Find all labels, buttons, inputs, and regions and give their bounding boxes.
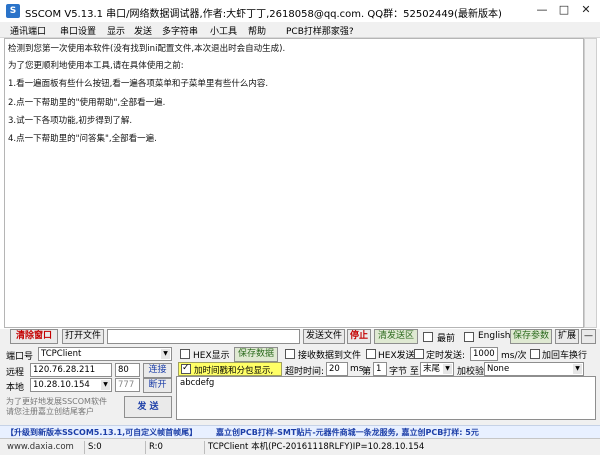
open-file-button[interactable]: 打开文件: [62, 329, 104, 344]
timed-send-label: 定时发送:: [426, 351, 466, 361]
menu-item-port[interactable]: 通讯端口: [10, 24, 46, 37]
clear-window-button[interactable]: 清除窗口: [10, 329, 58, 344]
file-toolbar: 清除窗口 打开文件 发送文件 停止 清发送区 最前 English 保存参数 扩…: [0, 329, 600, 345]
send-input[interactable]: abcdefg: [176, 376, 596, 420]
chevron-down-icon: ▼: [573, 364, 582, 374]
receive-line: 4.点一下帮助里的"问答集",全部看一遍.: [8, 134, 157, 144]
connect-button[interactable]: 连接: [143, 363, 172, 378]
timed-send-checkbox[interactable]: [414, 349, 424, 359]
recv-to-file-checkbox[interactable]: [285, 349, 295, 359]
close-icon[interactable]: ✕: [576, 4, 596, 18]
port-label: 端口号: [6, 352, 34, 362]
receive-line: 2.点一下帮助里的"使用帮助",全部看一遍.: [8, 98, 166, 108]
disconnect-button[interactable]: 断开: [143, 378, 172, 393]
english-checkbox[interactable]: [464, 332, 474, 342]
menu-bar: 通讯端口 串口设置 显示 发送 多字符串 小工具 帮助 PCB打样那家强?: [0, 22, 600, 38]
collapse-button[interactable]: —: [581, 329, 596, 344]
hex-display-checkbox[interactable]: [180, 349, 190, 359]
remote-port-field[interactable]: 80: [115, 363, 140, 377]
minimize-icon[interactable]: —: [532, 4, 552, 18]
local-ip-value: 10.28.10.154: [33, 380, 90, 390]
expand-button[interactable]: 扩展: [555, 329, 579, 344]
receive-area[interactable]: 检测到您第一次使用本软件(没有找到ini配置文件,本次退出时会自动生成). 为了…: [4, 38, 584, 328]
english-label: English: [478, 331, 511, 341]
byte-end-value: 末尾: [423, 364, 441, 374]
timestamp-label: 加时间戳和分包显示,: [194, 366, 274, 376]
local-label: 本地: [6, 383, 25, 393]
status-bar: www.daxia.com S:0 R:0 TCPClient 本机(PC-20…: [0, 438, 600, 455]
interval-unit: ms/次: [501, 351, 527, 361]
file-path-input[interactable]: [107, 329, 300, 344]
receive-line: 1.看一遍面板有些什么按钮,看一遍各项菜单和子菜单里有些什么内容.: [8, 79, 269, 89]
receive-scrollbar[interactable]: [584, 38, 597, 328]
menu-item-serial-settings[interactable]: 串口设置: [60, 24, 96, 37]
send-button[interactable]: 发 送: [124, 396, 172, 418]
port-select[interactable]: TCPClient ▼: [38, 347, 172, 361]
menu-item-tools[interactable]: 小工具: [210, 24, 237, 37]
topmost-label: 最前: [437, 334, 456, 344]
menu-item-send[interactable]: 发送: [134, 24, 152, 37]
recv-to-file-label: 接收数据到文件: [298, 351, 362, 361]
title-bar: S SSCOM V5.13.1 串口/网络数据调试器,作者:大虾丁丁,26180…: [0, 0, 600, 22]
stop-button[interactable]: 停止: [347, 329, 371, 344]
upgrade-link[interactable]: 【升级到新版本SSCOM5.13.1,可自定义帧首帧尾】: [6, 427, 197, 438]
hex-send-checkbox[interactable]: [366, 349, 376, 359]
checksum-value: None: [487, 364, 510, 374]
timestamp-checkbox[interactable]: [181, 363, 191, 374]
pcb-promo-link[interactable]: 嘉立创PCB打样-SMT贴片-元器件商城一条龙服务, 嘉立创PCB打样: 5元: [216, 427, 479, 438]
interval-field[interactable]: 1000: [470, 347, 498, 361]
chevron-down-icon: ▼: [443, 364, 452, 374]
send-file-button[interactable]: 发送文件: [303, 329, 345, 344]
chevron-down-icon: ▼: [161, 349, 170, 359]
byte-end-select[interactable]: 末尾 ▼: [420, 362, 454, 376]
hex-display-label: HEX显示: [193, 351, 230, 361]
menu-item-multi-string[interactable]: 多字符串: [162, 24, 198, 37]
menu-item-help[interactable]: 帮助: [248, 24, 266, 37]
chevron-down-icon: ▼: [101, 380, 110, 390]
local-port-field[interactable]: 777: [115, 378, 140, 392]
topmost-checkbox[interactable]: [423, 332, 433, 342]
app-icon: S: [6, 4, 20, 18]
receive-line: 为了您更顺利地使用本工具,请在具体使用之前:: [8, 61, 184, 71]
byte-start-field[interactable]: 1: [373, 362, 387, 376]
save-data-button[interactable]: 保存数据: [234, 347, 278, 362]
add-crlf-checkbox[interactable]: [530, 349, 540, 359]
port-select-value: TCPClient: [41, 349, 82, 359]
promo-bar: 【升级到新版本SSCOM5.13.1,可自定义帧首帧尾】 嘉立创PCB打样-SM…: [0, 425, 600, 438]
status-sent-count: S:0: [84, 441, 142, 454]
status-connection: TCPClient 本机(PC-20161118RLFY)IP=10.28.10…: [204, 441, 454, 454]
save-params-button[interactable]: 保存参数: [510, 329, 552, 344]
receive-line: 3.试一下各项功能,初步得到了解.: [8, 116, 133, 126]
clear-send-button[interactable]: 清发送区: [374, 329, 418, 344]
remote-ip-field[interactable]: 120.76.28.211: [30, 363, 112, 377]
timeout-field[interactable]: 20: [326, 362, 348, 376]
menu-item-display[interactable]: 显示: [107, 24, 125, 37]
checksum-select[interactable]: None ▼: [484, 362, 584, 376]
menu-item-pcb-ad[interactable]: PCB打样那家强?: [286, 24, 354, 37]
window-title: SSCOM V5.13.1 串口/网络数据调试器,作者:大虾丁丁,2618058…: [25, 9, 502, 20]
receive-line: 检测到您第一次使用本软件(没有找到ini配置文件,本次退出时会自动生成).: [8, 44, 286, 54]
register-note-line2: 请您注册嘉立创结尾客户: [6, 407, 94, 416]
send-input-text: abcdefg: [180, 378, 215, 388]
local-ip-field[interactable]: 10.28.10.154 ▼: [30, 378, 112, 392]
timestamp-option[interactable]: 加时间戳和分包显示,: [178, 362, 282, 376]
status-received-count: R:0: [145, 441, 201, 454]
add-crlf-label: 加回车换行: [542, 351, 588, 361]
maximize-icon[interactable]: □: [554, 4, 574, 18]
status-website[interactable]: www.daxia.com: [4, 441, 74, 454]
hex-send-label: HEX发送: [378, 351, 415, 361]
remote-label: 远程: [6, 368, 25, 378]
